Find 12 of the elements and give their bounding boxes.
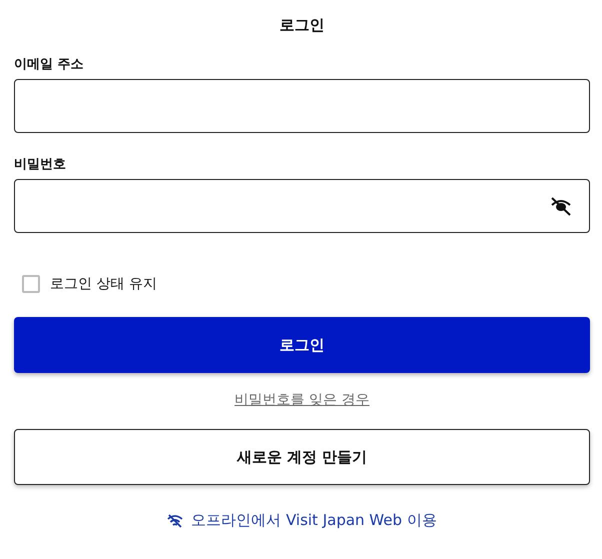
checkbox-label: 로그인 상태 유지 — [50, 275, 157, 293]
wifi-off-icon — [167, 514, 184, 528]
email-field[interactable] — [14, 79, 590, 133]
checkbox[interactable] — [22, 275, 40, 293]
password-field[interactable] — [14, 179, 590, 233]
create-account-button[interactable]: 새로운 계정 만들기 — [14, 429, 590, 485]
forgot-password-link[interactable]: 비밀번호를 잊은 경우 — [234, 391, 370, 409]
field-label: 비밀번호 — [14, 156, 67, 173]
field-label: 이메일 주소 — [14, 56, 85, 73]
page-title: 로그인 — [278, 16, 326, 35]
eye-slash-icon[interactable] — [549, 196, 573, 216]
login-button[interactable]: 로그인 — [14, 317, 590, 373]
